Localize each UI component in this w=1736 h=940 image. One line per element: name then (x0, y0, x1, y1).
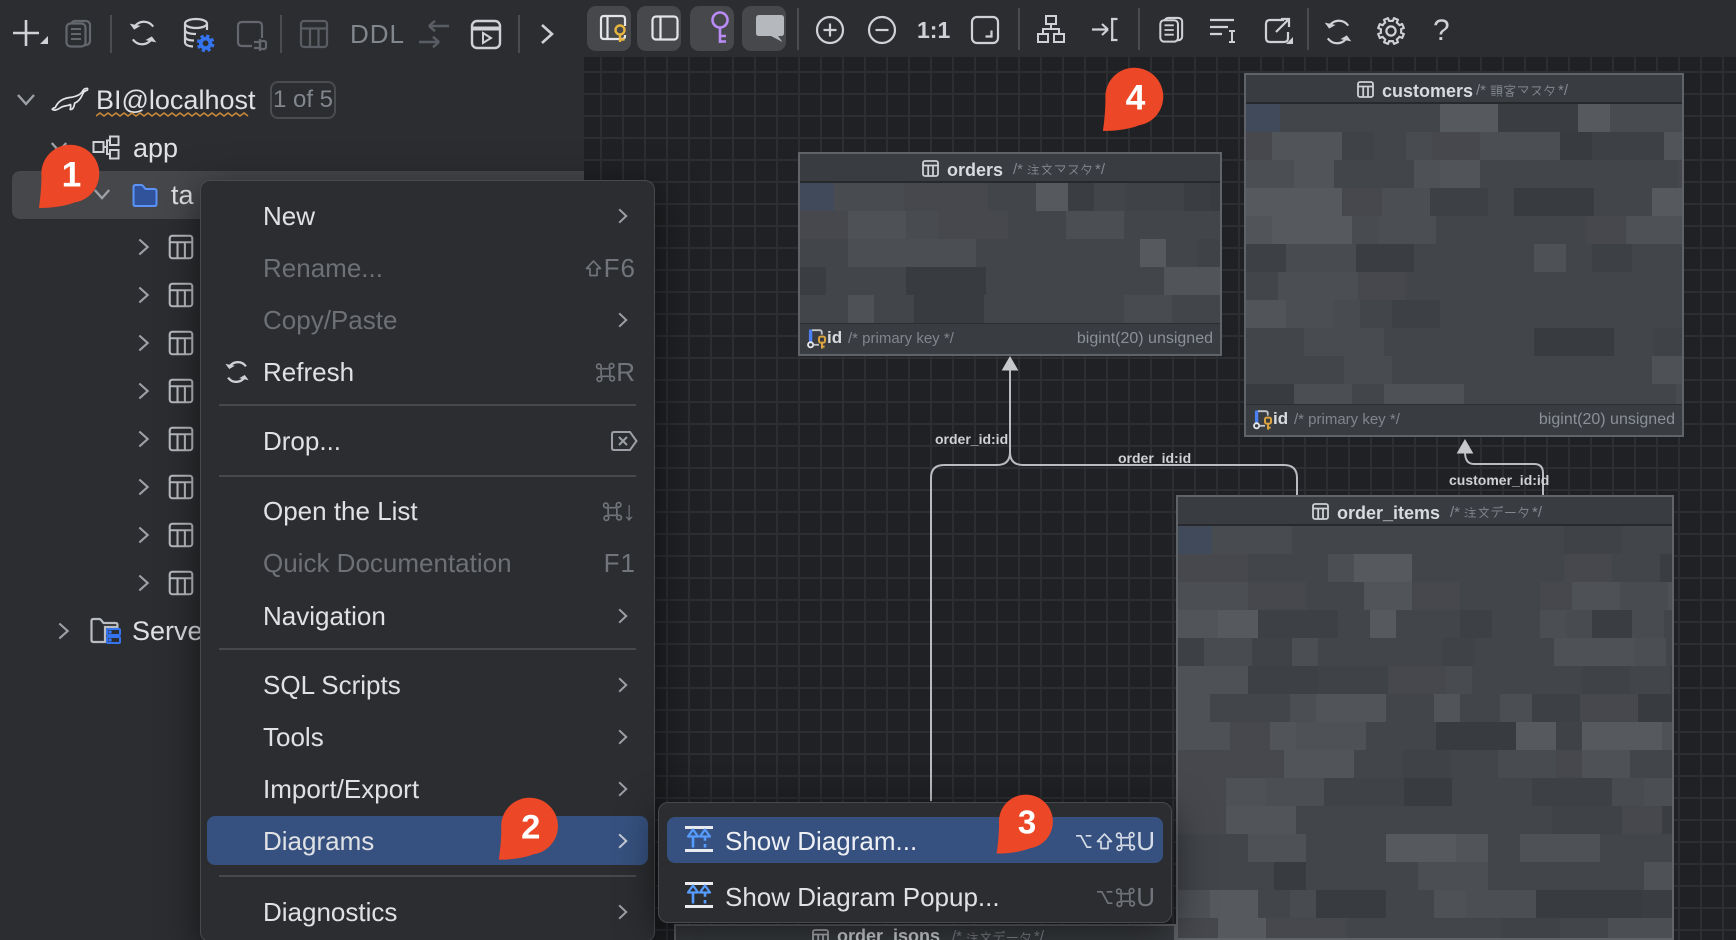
svg-text:3: 3 (1017, 803, 1035, 840)
svg-text:2: 2 (521, 808, 540, 846)
svg-text:4: 4 (1125, 77, 1145, 117)
svg-text:1: 1 (62, 155, 82, 195)
